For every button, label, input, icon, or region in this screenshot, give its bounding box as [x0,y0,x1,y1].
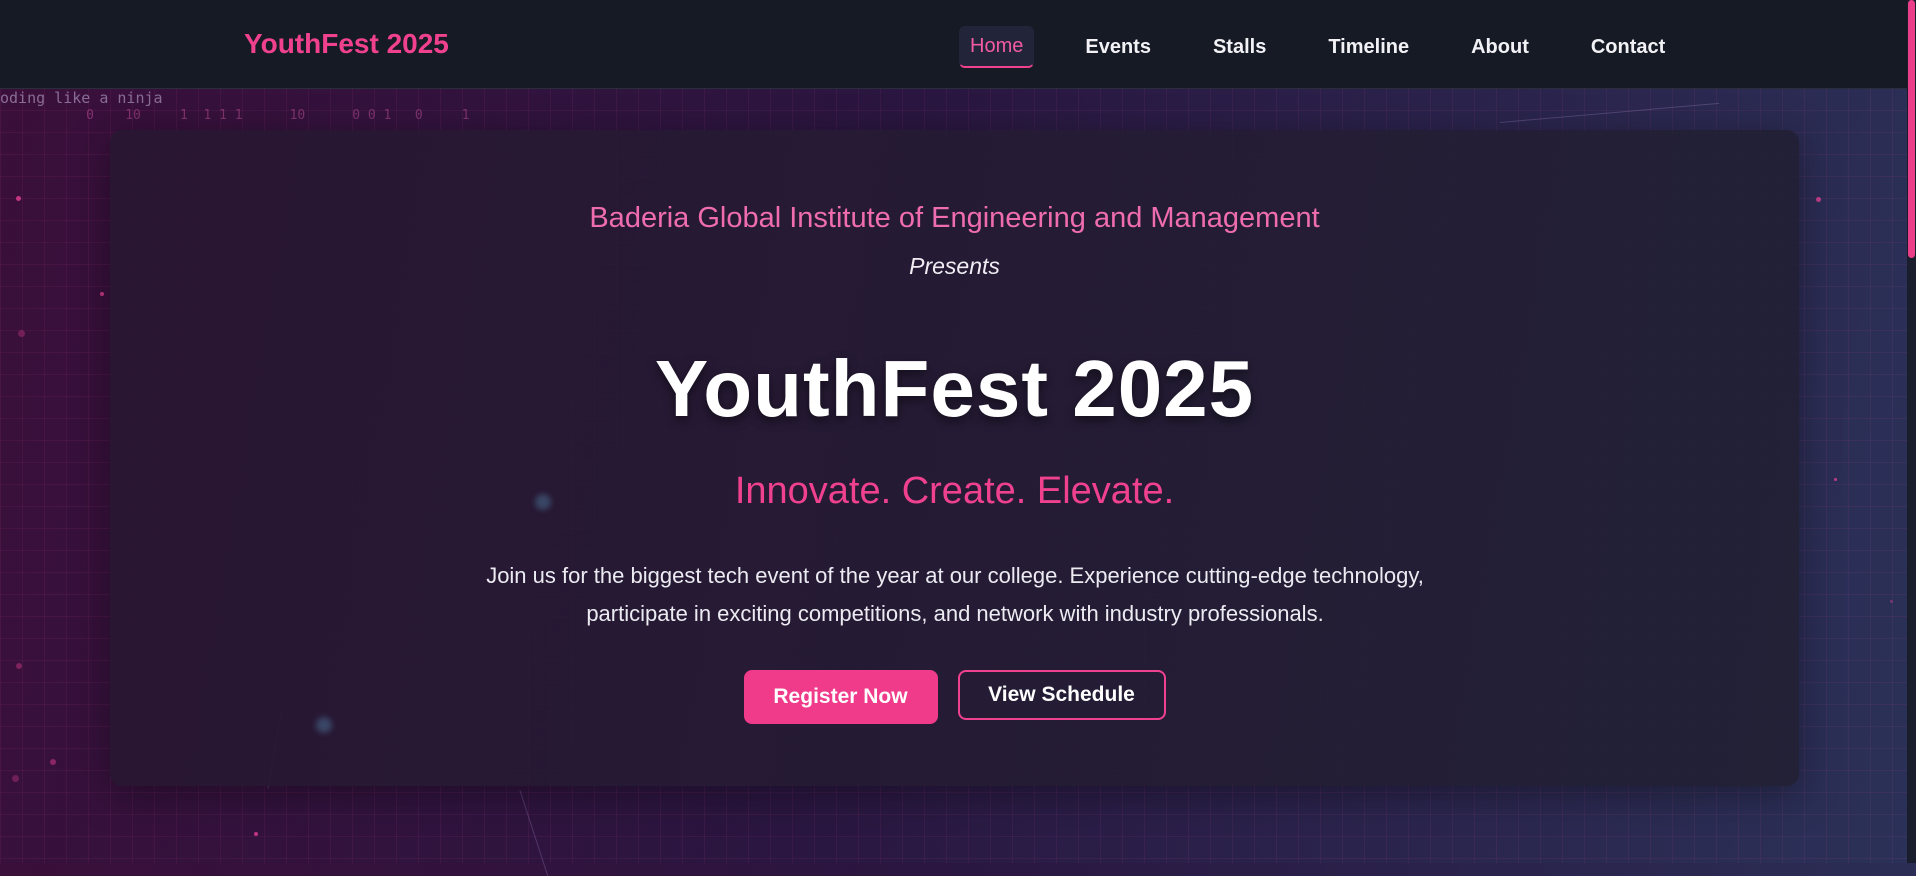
particle-dot [16,663,22,669]
chip-dot-icon [316,716,332,733]
page-scrollbar-thumb[interactable] [1908,0,1915,258]
blurred-floating-chip [316,713,344,736]
nav-link-stalls[interactable]: Stalls [1202,27,1277,68]
code-text: oding like a ninja [0,89,163,107]
chip-dot-icon [535,493,551,510]
brand-logo[interactable]: YouthFest 2025 [244,28,449,60]
register-now-button[interactable]: Register Now [743,670,938,724]
hero-tagline: Innovate. Create. Elevate. [734,470,1175,512]
hero-description: Join us for the biggest tech event of th… [486,563,1424,626]
hero-card: Baderia Global Institute of Engineering … [110,130,1799,786]
navbar: YouthFest 2025 Home Events Stalls Timeli… [0,0,1916,89]
background-code-animation: oding like a ninja 0 10 1 1 1 1 10 0 0 1… [0,89,1916,129]
presents-label: Presents [909,253,1000,279]
particle-dot [1890,600,1893,603]
hero-buttons: Register Now View Schedule [110,670,1799,724]
nav-link-timeline[interactable]: Timeline [1317,27,1420,68]
hero-title: YouthFest 2025 [654,344,1255,433]
nav-link-about[interactable]: About [1460,27,1540,68]
particle-dot [16,196,21,201]
institute-name: Baderia Global Institute of Engineering … [589,202,1320,234]
nav-link-contact[interactable]: Contact [1580,27,1676,68]
view-schedule-button[interactable]: View Schedule [957,670,1166,720]
particle-dot [1816,197,1821,202]
particle-dot [1834,478,1837,481]
particle-dot [254,832,258,836]
blurred-floating-chip [535,490,563,513]
nav-link-events[interactable]: Events [1074,27,1162,68]
particle-dot [100,292,104,296]
particle-dot [18,330,25,337]
nav-menu: Home Events Stalls Timeline About Contac… [959,26,1676,68]
nav-link-home[interactable]: Home [959,26,1035,68]
particle-dot [50,759,56,765]
particle-dot [12,775,19,782]
